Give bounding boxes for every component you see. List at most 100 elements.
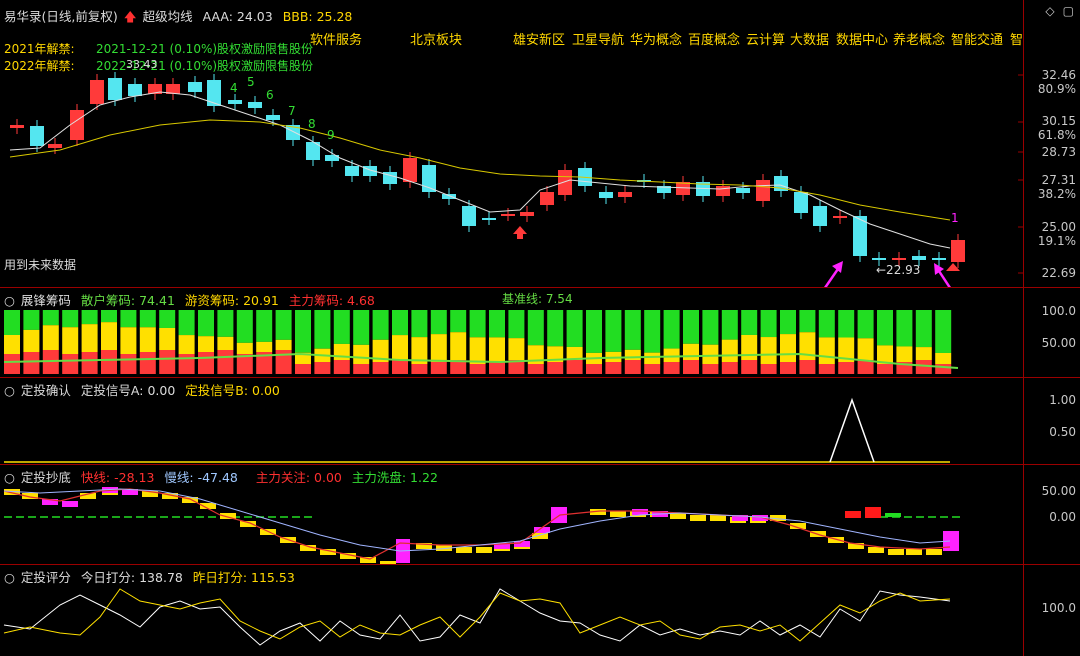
axis-label: 80.9% bbox=[1037, 82, 1076, 96]
axis-label: 1.00 bbox=[1049, 393, 1076, 407]
main-chip-bar bbox=[139, 352, 156, 374]
hot-chip-bar bbox=[236, 342, 253, 354]
main-chip-bar bbox=[760, 364, 777, 374]
trend-bar bbox=[868, 547, 884, 553]
main-chip-bar bbox=[178, 354, 195, 374]
candle bbox=[520, 212, 534, 216]
main-chip-bar bbox=[23, 352, 40, 374]
axis-label: 61.8% bbox=[1037, 128, 1076, 142]
main-chip-bar bbox=[217, 350, 234, 374]
signal-marker-label: 1 bbox=[951, 211, 959, 225]
candle bbox=[266, 115, 280, 120]
axis-label: 0.00 bbox=[1049, 510, 1076, 524]
candle bbox=[128, 84, 142, 96]
main-chip-bar bbox=[62, 354, 79, 374]
chips-panel[interactable]: ○ 展锋筹码 散户筹码: 74.41 游资筹码: 20.91 主力筹码: 4.68… bbox=[0, 288, 1080, 377]
hot-chip-bar bbox=[159, 327, 176, 350]
retail-chip-bar bbox=[178, 310, 195, 336]
axis-label: 100.0 bbox=[1041, 601, 1076, 615]
chips-bar-chart[interactable] bbox=[0, 288, 1024, 377]
hot-chip-bar bbox=[644, 352, 661, 364]
retail-chip-bar bbox=[683, 310, 699, 344]
count-label: 9 bbox=[327, 128, 335, 142]
bottom-panel[interactable]: ○ 定投抄底 快线: -28.13 慢线: -47.48 主力关注: 0.00 主… bbox=[0, 465, 1080, 564]
candle bbox=[813, 206, 827, 226]
candlestick-chart[interactable]: 4 56789 33.43 ←22.93 1 bbox=[0, 0, 1024, 287]
trend-bar bbox=[670, 513, 686, 519]
retail-chip-bar bbox=[314, 310, 331, 349]
trend-bar bbox=[888, 549, 904, 555]
bottom-fishing-chart[interactable] bbox=[0, 465, 1024, 564]
candle bbox=[108, 78, 122, 100]
score-panel[interactable]: ○ 定投评分 今日打分: 138.78 昨日打分: 115.53 100.0 bbox=[0, 565, 1080, 656]
retail-chip-bar bbox=[256, 310, 273, 342]
hot-chip-bar bbox=[62, 327, 79, 354]
focus-bar bbox=[632, 509, 648, 515]
hot-chip-bar bbox=[508, 338, 525, 360]
price-panel[interactable]: 易华录(日线,前复权) 🡅 超级均线 AAA: 24.03 BBB: 25.28 ◇… bbox=[0, 0, 1080, 287]
hot-chip-bar bbox=[896, 346, 913, 362]
retail-chip-bar bbox=[935, 310, 952, 353]
retail-chip-bar bbox=[702, 310, 719, 345]
main-chip-bar bbox=[566, 360, 583, 374]
retail-chip-bar bbox=[217, 310, 234, 337]
expand-icon[interactable]: ▢ bbox=[1063, 4, 1074, 18]
confirm-signal-chart[interactable] bbox=[0, 378, 1024, 464]
retail-chip-bar bbox=[915, 310, 932, 348]
retail-chip-bar bbox=[547, 310, 564, 347]
retail-chip-bar bbox=[295, 310, 311, 353]
candle bbox=[501, 214, 515, 216]
retail-chip-bar bbox=[101, 310, 117, 323]
retail-chip-bar bbox=[120, 310, 137, 328]
trend-bar bbox=[456, 547, 472, 553]
hot-chip-bar bbox=[450, 332, 467, 360]
confirm-panel[interactable]: ○ 定投确认 定投信号A: 0.00 定投信号B: 0.00 1.00 0.50 bbox=[0, 378, 1080, 464]
axis-label: 30.15 bbox=[1041, 114, 1076, 128]
hot-chip-bar bbox=[101, 322, 117, 350]
hot-chip-bar bbox=[780, 334, 796, 362]
candle bbox=[716, 186, 730, 196]
axis-label: 22.69 bbox=[1041, 266, 1076, 280]
main-chip-bar bbox=[81, 352, 98, 374]
trend-bar bbox=[476, 547, 492, 553]
main-chip-bar bbox=[353, 364, 370, 374]
main-chip-bar bbox=[159, 350, 176, 374]
retail-chip-bar bbox=[372, 310, 389, 340]
hot-chip-bar bbox=[275, 339, 292, 350]
retail-chip-bar bbox=[275, 310, 292, 340]
today-score-line bbox=[3, 588, 951, 646]
main-chip-bar bbox=[741, 360, 758, 374]
main-chip-bar bbox=[489, 362, 505, 374]
candle bbox=[70, 110, 84, 140]
main-chip-bar bbox=[818, 364, 835, 374]
main-chip-bar bbox=[392, 360, 408, 374]
hot-chip-bar bbox=[935, 352, 952, 364]
retail-chip-bar bbox=[644, 310, 661, 353]
retail-chip-bar bbox=[566, 310, 583, 347]
hot-chip-bar bbox=[23, 329, 40, 352]
retail-chip-bar bbox=[430, 310, 447, 335]
trend-bar bbox=[926, 549, 942, 555]
candle bbox=[756, 180, 770, 201]
candle bbox=[892, 258, 906, 260]
buy-arrow-icon bbox=[513, 226, 527, 239]
hot-chip-bar bbox=[120, 327, 137, 354]
retail-chip-bar bbox=[721, 310, 738, 340]
main-chip-bar bbox=[430, 362, 447, 374]
retail-chip-bar bbox=[62, 310, 79, 328]
main-chip-bar bbox=[799, 360, 816, 374]
main-chip-bar bbox=[527, 364, 544, 374]
count-label: 6 bbox=[266, 88, 274, 102]
score-line-chart[interactable] bbox=[0, 565, 1024, 656]
retail-chip-bar bbox=[605, 310, 622, 352]
diamond-icon[interactable]: ◇ bbox=[1045, 4, 1054, 18]
axis-label: 32.46 bbox=[1041, 68, 1076, 82]
trend-bar bbox=[906, 549, 922, 555]
main-chip-bar bbox=[547, 362, 564, 374]
candle bbox=[48, 144, 62, 148]
main-chip-bar bbox=[101, 350, 117, 374]
hot-chip-bar bbox=[857, 338, 874, 360]
fast-ma-line bbox=[9, 91, 951, 249]
candle bbox=[912, 256, 926, 260]
candle bbox=[794, 192, 808, 213]
